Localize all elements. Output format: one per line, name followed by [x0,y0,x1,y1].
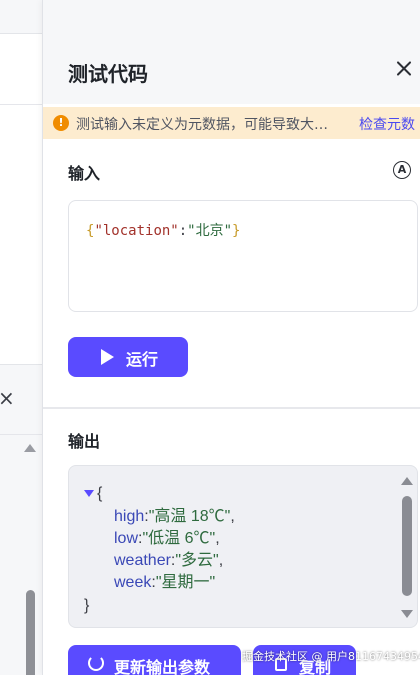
json-row: weather:"多云", [114,552,224,569]
background-pane: × [0,0,42,675]
background-scroll-up-icon[interactable] [24,444,36,452]
input-json-line: {"location":"北京"} [86,220,240,240]
refresh-icon [88,655,104,671]
close-icon[interactable] [391,56,417,82]
app-root: × 测试代码 ! 测试输入未定义为元数据，可能导致大… 检查元数 输入 A {"… [0,0,420,675]
json-close-brace: } [84,597,90,614]
update-output-params-button[interactable]: 更新输出参数 [68,645,241,675]
background-scrollbar-thumb[interactable] [26,590,35,675]
panel-title: 测试代码 [68,62,148,86]
warning-banner: ! 测试输入未定义为元数据，可能导致大… 检查元数 [43,107,420,139]
warning-text: 测试输入未定义为元数据，可能导致大… [76,117,328,133]
panel-top-strip [43,0,420,34]
section-divider [43,407,420,409]
check-metadata-link[interactable]: 检查元数 [359,114,415,134]
run-button[interactable]: 运行 [68,337,188,377]
scroll-down-icon[interactable] [401,610,413,618]
json-suffix: , [218,552,224,569]
scroll-up-icon[interactable] [401,477,413,485]
json-value: "北京" [187,223,233,239]
json-suffix: , [215,530,220,547]
json-value: "高温 18℃" [148,508,231,525]
json-colon: : [178,223,188,239]
json-row: low:"低温 6℃", [114,530,220,547]
background-top-strip [0,0,42,34]
background-lower-pane [0,364,42,675]
watermark: 掘金技术社区 @ 用户81167434954 [242,650,420,663]
json-key: "location" [94,223,179,239]
json-row: week:"星期一" [114,574,216,591]
run-button-label: 运行 [126,350,159,369]
json-key: high [114,508,145,525]
input-editor[interactable]: {"location":"北京"} [68,200,418,312]
json-open-brace: { [97,485,103,502]
test-code-panel: 测试代码 ! 测试输入未定义为元数据，可能导致大… 检查元数 输入 A {"lo… [42,0,420,675]
background-divider [0,104,42,105]
input-label: 输入 [68,164,101,183]
json-value: "低温 6℃" [142,530,216,547]
output-viewer[interactable]: { high:"高温 18℃", low:"低温 6℃", weather:"多… [68,465,418,628]
output-label: 输出 [68,432,101,451]
output-scrollbar-thumb[interactable] [402,496,412,596]
ai-icon[interactable]: A [393,161,411,179]
background-close-icon[interactable]: × [0,388,15,408]
json-key: week [114,574,152,591]
json-suffix: , [230,508,235,525]
background-divider [0,434,42,435]
json-key: weather [114,552,171,569]
json-brace: } [232,223,241,239]
json-value: "多云" [175,552,219,569]
json-value: "星期一" [155,574,216,591]
chevron-down-icon[interactable] [84,490,94,497]
play-icon [101,349,114,365]
warning-icon: ! [53,115,69,131]
json-key: low [114,530,139,547]
update-button-label: 更新输出参数 [114,658,211,675]
json-row: high:"高温 18℃", [114,508,235,525]
